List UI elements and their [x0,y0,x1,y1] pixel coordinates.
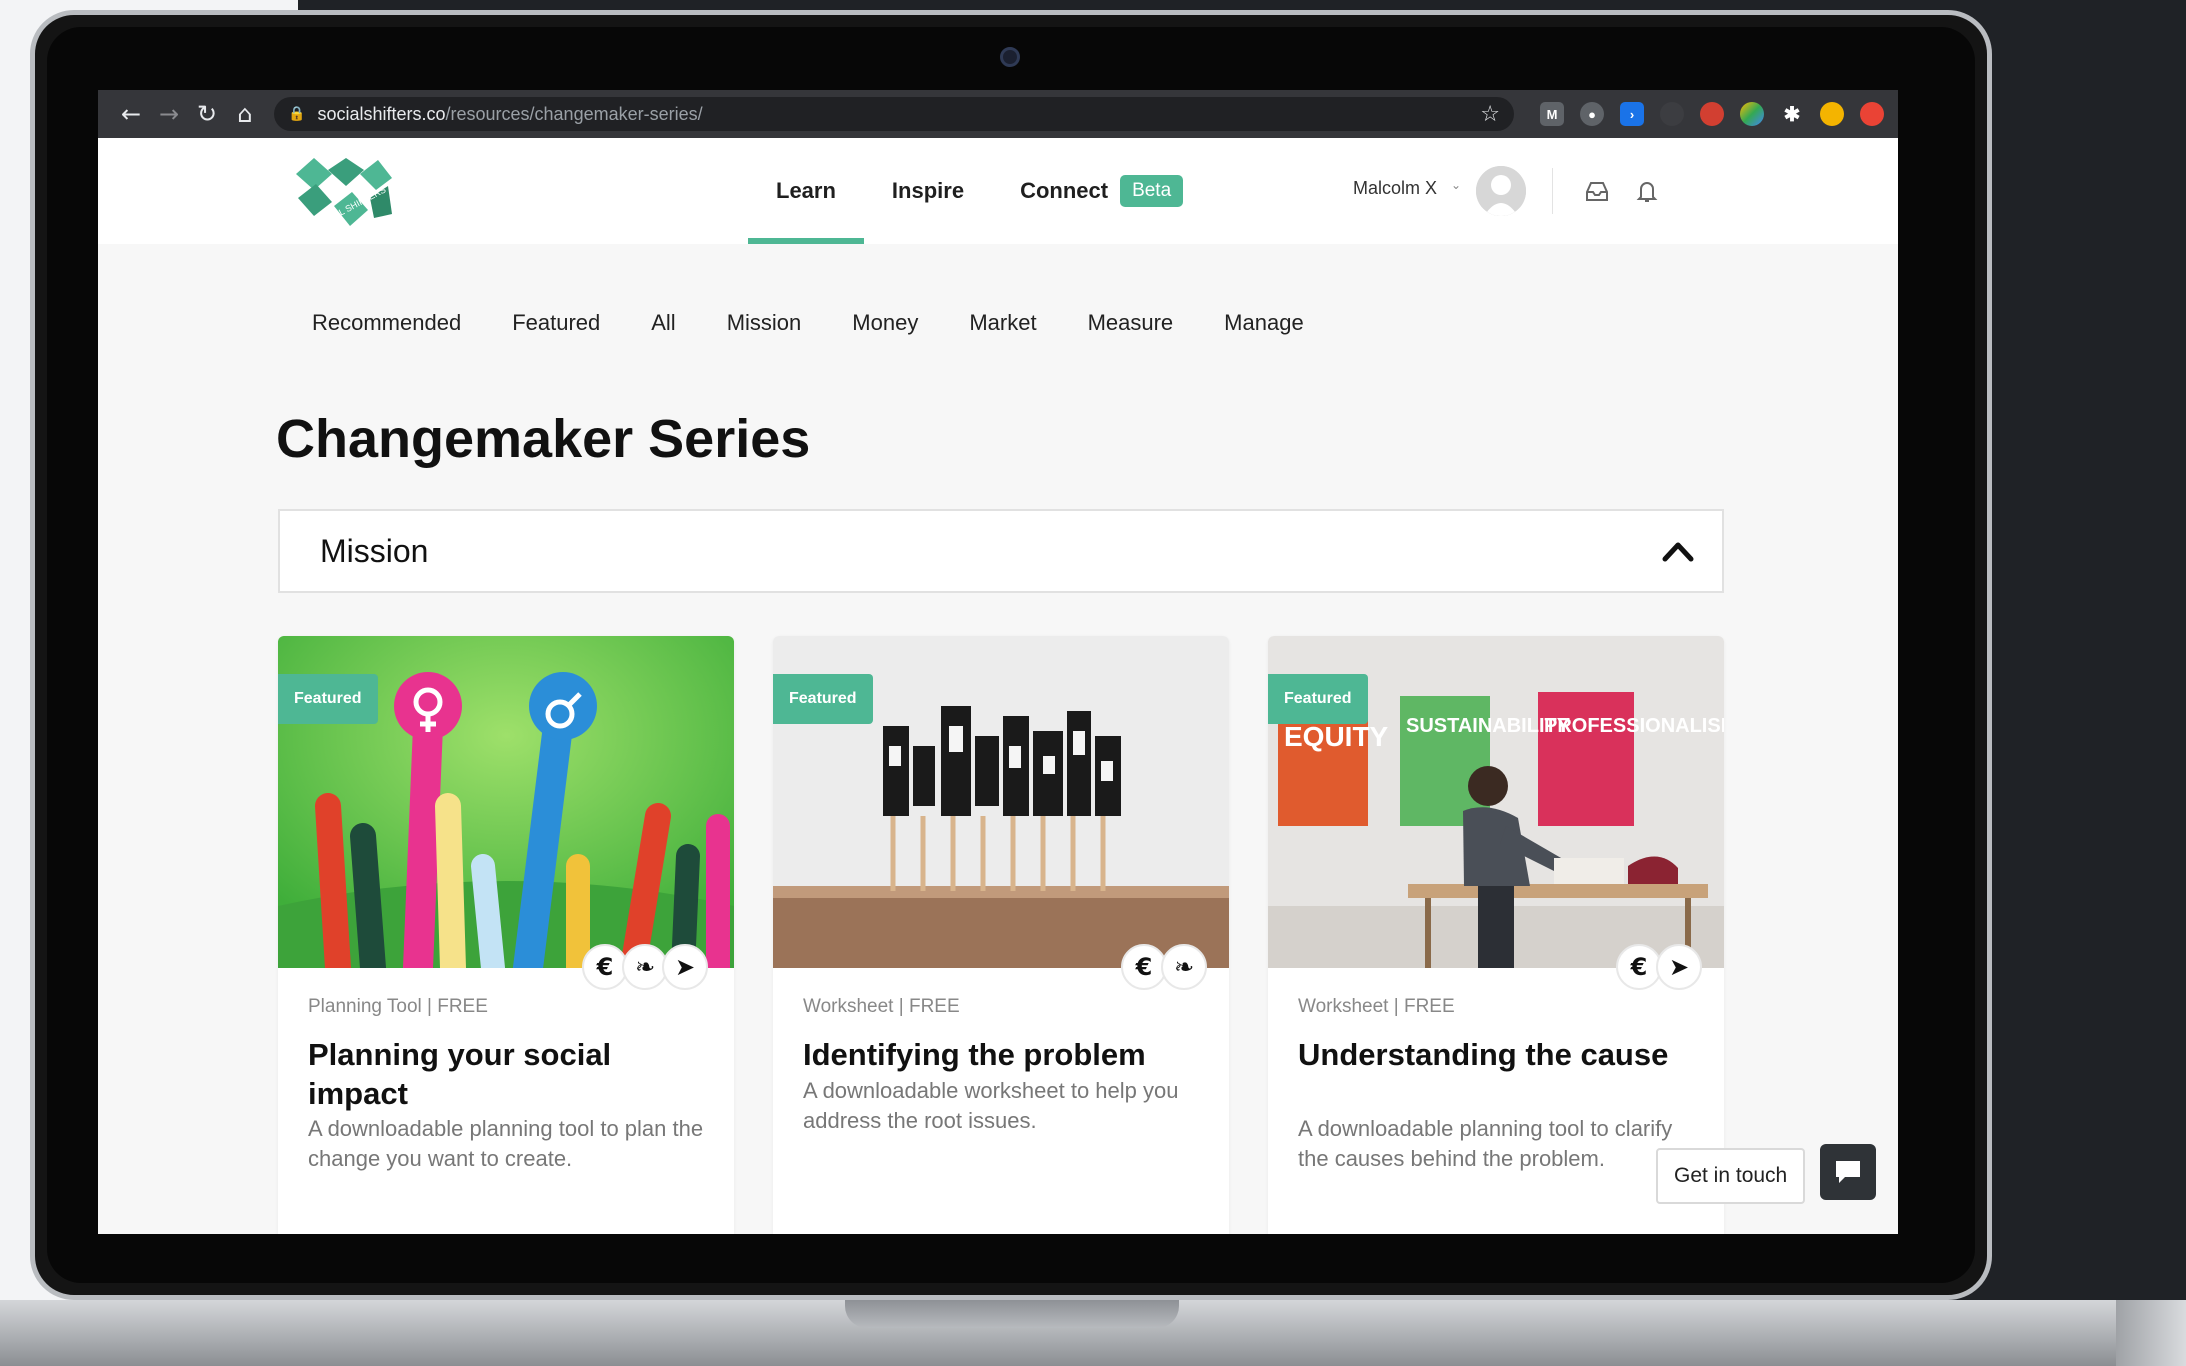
alert-extension-icon[interactable] [1860,102,1884,126]
rocket-badge-icon: ➤ [1656,944,1702,990]
poster-professionalism-text: PROFESSIONALISM [1544,715,1724,737]
forward-arrow-icon[interactable]: → [150,95,188,133]
featured-badge: Featured [773,674,873,724]
laptop-base-notch [845,1300,1179,1328]
card-type: Worksheet | FREE [1298,996,1455,1017]
category-mission[interactable]: Mission [727,310,802,336]
record-extension-icon[interactable]: ● [1580,102,1604,126]
sprout-badge-icon: ❧ [1161,944,1207,990]
inbox-icon[interactable] [1582,176,1612,206]
chat-button[interactable] [1820,1144,1876,1200]
social-shifters-logo[interactable]: SOCIAL SHIFTERS [294,156,394,228]
nav-connect[interactable]: Connect Beta [992,138,1211,244]
bookmark-star-icon[interactable]: ☆ [1480,102,1500,127]
main-nav: Learn Inspire Connect Beta [748,138,1211,244]
category-market[interactable]: Market [969,310,1036,336]
nav-learn[interactable]: Learn [748,138,864,244]
card-description: A downloadable worksheet to help you add… [803,1078,1179,1133]
reload-icon[interactable]: ↻ [188,95,226,133]
accordion-title: Mission [320,533,429,569]
resource-card-planning[interactable]: Featured € ❧ ➤ Planning Tool | FREE Plan… [278,636,734,1234]
page-title: Changemaker Series [276,409,811,469]
card-type: Planning Tool | FREE [308,996,488,1017]
category-all[interactable]: All [651,310,675,336]
card-description: A downloadable planning tool to plan the… [308,1116,704,1171]
category-nav: Recommended Featured All Mission Money M… [312,310,1355,336]
resource-card-problem[interactable]: Featured € ❧ Worksheet | FREE Identifyin… [773,636,1229,1234]
laptop-screen: ← → ↻ ⌂ 🔒 socialshifters.co /resources/c… [98,90,1898,1234]
category-badges: € ➤ [1616,944,1702,990]
nav-inspire-label: Inspire [891,178,965,203]
red-extension-icon[interactable] [1700,102,1724,126]
chat-bubble-icon [1836,1161,1860,1183]
mission-accordion[interactable]: Mission [278,509,1724,593]
code-extension-icon[interactable]: › [1620,102,1644,126]
poster-equity-text: EQUITY [1284,721,1389,752]
nav-inspire[interactable]: Inspire [864,138,992,244]
nav-learn-label: Learn [776,178,836,203]
category-measure[interactable]: Measure [1088,310,1174,336]
card-title[interactable]: Identifying the problem [803,1036,1203,1075]
card-title[interactable]: Understanding the cause [1298,1036,1698,1075]
header-divider [1552,168,1553,214]
gmail-extension-icon[interactable]: M [1540,102,1564,126]
card-description: A downloadable planning tool to clarify … [1298,1116,1673,1171]
avatar[interactable] [1476,166,1526,216]
category-manage[interactable]: Manage [1224,310,1304,336]
color-extension-icon[interactable] [1740,102,1764,126]
url-path: /resources/changemaker-series/ [445,103,703,124]
resource-card-cause[interactable]: EQUITY SUSTAINABILITY PROFESSIONALISM Fe… [1268,636,1724,1234]
category-featured[interactable]: Featured [512,310,600,336]
address-bar[interactable]: 🔒 socialshifters.co /resources/changemak… [274,97,1514,131]
puzzle-extension-icon[interactable]: ✱ [1780,102,1804,126]
disabled-extension-icon[interactable] [1660,102,1684,126]
featured-badge: Featured [1268,674,1368,724]
url-host: socialshifters.co [317,103,446,124]
user-name[interactable]: Malcolm X [1353,178,1437,199]
chevron-up-icon[interactable] [1660,535,1696,567]
site-header: SOCIAL SHIFTERS Learn Inspire Connect Bet… [98,138,1898,244]
laptop-base-edge [2116,1300,2186,1366]
card-type: Worksheet | FREE [803,996,960,1017]
profile-icon[interactable] [1820,102,1844,126]
bell-icon[interactable] [1632,176,1662,206]
category-recommended[interactable]: Recommended [312,310,461,336]
get-in-touch-label[interactable]: Get in touch [1656,1148,1806,1204]
featured-badge: Featured [278,674,378,724]
card-title[interactable]: Planning your social impact [308,1036,708,1114]
laptop-camera [1000,47,1020,67]
category-badges: € ❧ ➤ [582,944,708,990]
beta-badge: Beta [1120,175,1184,207]
rocket-badge-icon: ➤ [662,944,708,990]
nav-connect-label: Connect [1020,178,1109,203]
lock-icon: 🔒 [288,106,306,122]
back-arrow-icon[interactable]: ← [112,95,150,133]
category-money[interactable]: Money [852,310,918,336]
category-badges: € ❧ [1121,944,1207,990]
chevron-down-icon[interactable]: ⌄ [1451,178,1461,192]
home-icon[interactable]: ⌂ [226,95,264,133]
browser-toolbar: ← → ↻ ⌂ 🔒 socialshifters.co /resources/c… [98,90,1898,138]
